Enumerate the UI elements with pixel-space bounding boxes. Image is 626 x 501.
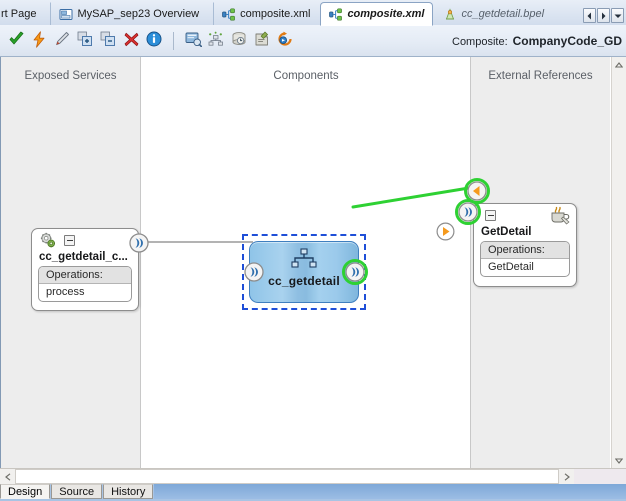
scrollbar-corner xyxy=(574,469,626,484)
external-reference-operations-box: Operations: GetDetail xyxy=(480,241,570,277)
scroll-up-button[interactable] xyxy=(612,57,626,72)
tab-label: rt Page xyxy=(1,8,37,20)
status-bar-filler xyxy=(154,484,626,499)
composite-icon xyxy=(222,7,236,21)
properties-button[interactable] xyxy=(183,31,203,51)
expand-all-button[interactable] xyxy=(206,31,226,51)
editor-tab-strip: rt Page MySAP_sep23 Overview composite.x… xyxy=(0,0,626,26)
lane-title-external-references: External References xyxy=(488,70,593,82)
remove-button[interactable] xyxy=(98,31,118,51)
remove-box-icon xyxy=(100,31,116,50)
tab-composite-xml-1[interactable]: composite.xml xyxy=(213,2,319,25)
operation-item[interactable]: GetDetail xyxy=(481,259,569,276)
exposed-service-node[interactable]: cc_getdetail_c... Operations: process xyxy=(31,228,139,311)
tab-label: composite.xml xyxy=(240,8,311,20)
composite-label-prefix: Composite: xyxy=(452,35,508,48)
red-x-icon xyxy=(124,32,139,50)
bpel-icon xyxy=(443,7,457,21)
canvas-vertical-scrollbar[interactable] xyxy=(611,57,626,468)
add-box-icon xyxy=(77,31,93,50)
lane-title-components: Components xyxy=(273,70,339,82)
adapter-coffee-icon xyxy=(549,205,571,228)
horizontal-scroll-track[interactable] xyxy=(15,469,559,484)
external-reference-collapse-toggle[interactable] xyxy=(485,210,496,221)
toolbar-button-group xyxy=(0,30,295,51)
next-tab-button[interactable] xyxy=(597,8,610,23)
tab-label: Source xyxy=(59,485,95,498)
overview-icon xyxy=(59,8,73,21)
exposed-service-operations-box: Operations: process xyxy=(38,266,132,302)
tab-start-page[interactable]: rt Page xyxy=(0,2,45,25)
tree-expand-icon xyxy=(208,31,224,50)
composite-name-display: Composite: CompanyCode_GD xyxy=(452,34,626,48)
web-service-gears-icon xyxy=(38,232,58,252)
refresh-icon xyxy=(277,31,293,50)
tab-list-button[interactable] xyxy=(611,8,624,23)
operation-item[interactable]: process xyxy=(39,284,131,301)
tab-design[interactable]: Design xyxy=(0,484,51,499)
deploy-button[interactable] xyxy=(29,30,49,51)
exposed-service-header xyxy=(32,229,138,251)
scroll-right-button[interactable] xyxy=(559,469,574,484)
scroll-left-button[interactable] xyxy=(0,469,15,484)
jdeveloper-composite-editor: rt Page MySAP_sep23 Overview composite.x… xyxy=(0,0,626,501)
reference-callback-port[interactable] xyxy=(464,178,490,204)
exposed-service-port[interactable] xyxy=(129,233,149,253)
properties-icon xyxy=(185,31,202,50)
tab-source[interactable]: Source xyxy=(51,484,103,499)
component-output-port[interactable] xyxy=(342,259,368,285)
scroll-down-button[interactable] xyxy=(612,453,626,468)
composite-icon xyxy=(329,7,343,21)
tab-label: MySAP_sep23 Overview xyxy=(77,8,200,20)
pencil-icon xyxy=(54,31,70,50)
horizontal-scroll-thumb[interactable] xyxy=(15,469,559,484)
lightning-bolt-icon xyxy=(32,30,46,51)
tab-history[interactable]: History xyxy=(103,484,154,499)
operations-header: Operations: xyxy=(481,242,569,259)
tab-label: Design xyxy=(8,485,43,498)
exposed-service-title: cc_getdetail_c... xyxy=(39,251,128,263)
tab-composite-xml-active[interactable]: composite.xml xyxy=(320,2,434,26)
clock-disk-icon xyxy=(231,31,247,50)
operations-header: Operations: xyxy=(39,267,131,284)
previous-tab-button[interactable] xyxy=(583,8,596,23)
edit-button[interactable] xyxy=(52,31,72,51)
external-reference-title: GetDetail xyxy=(481,226,532,238)
validate-button[interactable] xyxy=(6,31,26,51)
tab-mysap-overview[interactable]: MySAP_sep23 Overview xyxy=(50,2,208,25)
component-input-port[interactable] xyxy=(244,262,264,282)
history-button[interactable] xyxy=(229,31,249,51)
wire-direction-marker[interactable] xyxy=(436,222,455,241)
tab-label: cc_getdetail.bpel xyxy=(461,8,545,20)
bpel-process-icon xyxy=(290,248,318,273)
policy-icon xyxy=(254,31,270,50)
editor-toolbar: Composite: CompanyCode_GD xyxy=(0,25,626,57)
canvas-horizontal-scrollbar[interactable] xyxy=(0,468,626,484)
policy-button[interactable] xyxy=(252,31,272,51)
refresh-button[interactable] xyxy=(275,31,295,51)
external-reference-node[interactable]: GetDetail Operations: GetDetail xyxy=(473,203,577,287)
composite-canvas[interactable]: Exposed Services Components External Ref… xyxy=(0,57,626,468)
editor-mode-tabs: Design Source History xyxy=(0,484,626,501)
info-button[interactable] xyxy=(144,31,164,51)
exposed-service-collapse-toggle[interactable] xyxy=(64,235,75,246)
reference-input-port[interactable] xyxy=(455,199,481,225)
toolbar-separator xyxy=(173,31,174,50)
tab-cc-getdetail-bpel[interactable]: cc_getdetail.bpel xyxy=(434,2,553,25)
external-reference-header xyxy=(474,204,576,226)
info-circle-icon xyxy=(146,31,162,50)
lane-title-exposed-services: Exposed Services xyxy=(24,70,117,82)
composite-label-value: CompanyCode_GD xyxy=(512,33,622,48)
tab-navigation-group xyxy=(581,8,626,25)
add-button[interactable] xyxy=(75,31,95,51)
tab-label: History xyxy=(111,485,146,498)
delete-button[interactable] xyxy=(121,31,141,51)
tab-label: composite.xml xyxy=(347,8,425,20)
green-check-icon xyxy=(8,31,25,50)
